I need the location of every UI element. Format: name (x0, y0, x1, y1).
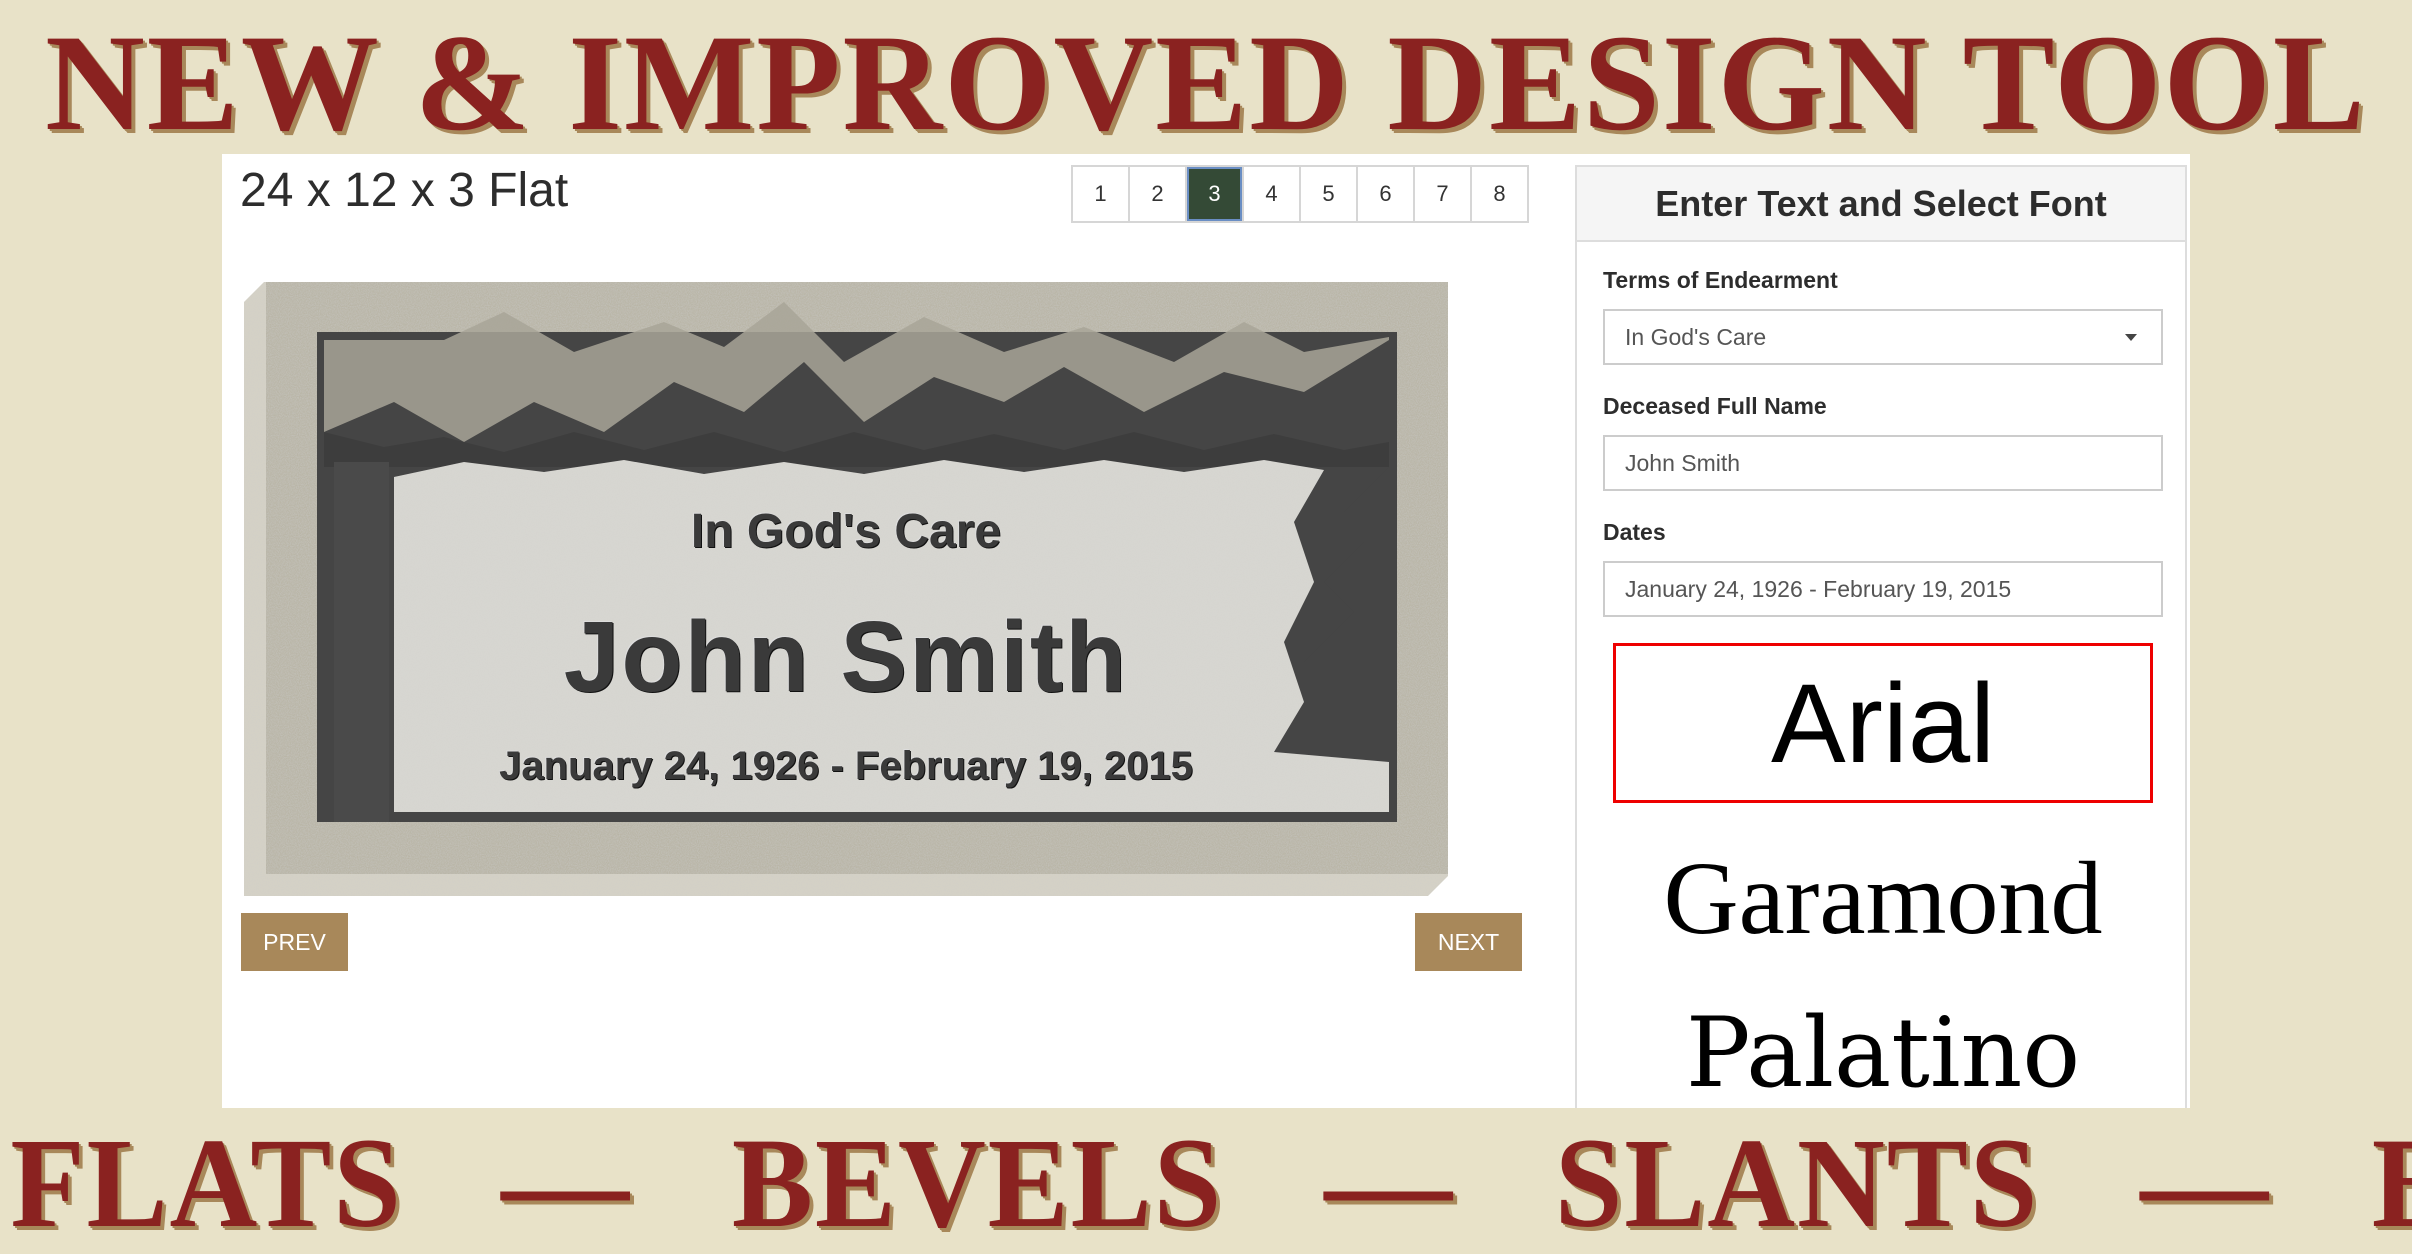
dates-input[interactable]: January 24, 1926 - February 19, 2015 (1603, 561, 2163, 617)
preview-term: In God's Care (690, 505, 1002, 558)
preview-name: John Smith (563, 601, 1129, 713)
page-button-5[interactable]: 5 (1301, 167, 1358, 221)
name-input[interactable]: John Smith (1603, 435, 2163, 491)
page-button-2[interactable]: 2 (1130, 167, 1187, 221)
page-button-3[interactable]: 3 (1187, 167, 1244, 221)
banner-title: NEW & IMPROVED DESIGN TOOL (45, 6, 2367, 159)
category-bevels: BEVELS (731, 1112, 1224, 1254)
design-pagination: 1 2 3 4 5 6 7 8 (1071, 165, 1529, 223)
next-button[interactable]: NEXT (1415, 913, 1522, 971)
font-option-palatino[interactable]: Palatino (1613, 983, 2153, 1123)
banner-categories: FLATS — BEVELS — SLANTS — BRONZE (0, 1118, 2412, 1248)
category-flats: FLATS (10, 1112, 403, 1254)
name-input-value: John Smith (1625, 449, 1741, 476)
dates-input-value: January 24, 1926 - February 19, 2015 (1625, 575, 2012, 602)
prev-button[interactable]: PREV (241, 913, 348, 971)
term-select-value: In God's Care (1625, 323, 1767, 350)
page-button-7[interactable]: 7 (1415, 167, 1472, 221)
page-button-8[interactable]: 8 (1472, 167, 1529, 221)
page-button-6[interactable]: 6 (1358, 167, 1415, 221)
page-button-1[interactable]: 1 (1073, 167, 1130, 221)
separator: — (501, 1112, 632, 1254)
category-bronze: BRONZE (2372, 1118, 2412, 1248)
stone-preview: In God's Care John Smith January 24, 192… (244, 282, 1448, 896)
font-option-arial[interactable]: Arial (1613, 643, 2153, 803)
term-label: Terms of Endearment (1603, 267, 1838, 293)
separator: — (1324, 1112, 1455, 1254)
text-font-card: Enter Text and Select Font Terms of Ende… (1575, 165, 2187, 1109)
page-button-4[interactable]: 4 (1244, 167, 1301, 221)
name-label: Deceased Full Name (1603, 393, 1827, 419)
card-header: Enter Text and Select Font (1577, 167, 2185, 242)
dates-label: Dates (1603, 519, 1666, 545)
term-select[interactable]: In God's Care (1603, 309, 2163, 365)
separator: — (2140, 1112, 2271, 1254)
preview-dates: January 24, 1926 - February 19, 2015 (499, 744, 1193, 788)
chevron-down-icon (2125, 334, 2137, 341)
product-title: 24 x 12 x 3 Flat (240, 164, 569, 217)
category-slants: SLANTS (1554, 1112, 2040, 1254)
font-option-garamond[interactable]: Garamond (1613, 833, 2153, 963)
granite-stone-image (244, 282, 1448, 896)
